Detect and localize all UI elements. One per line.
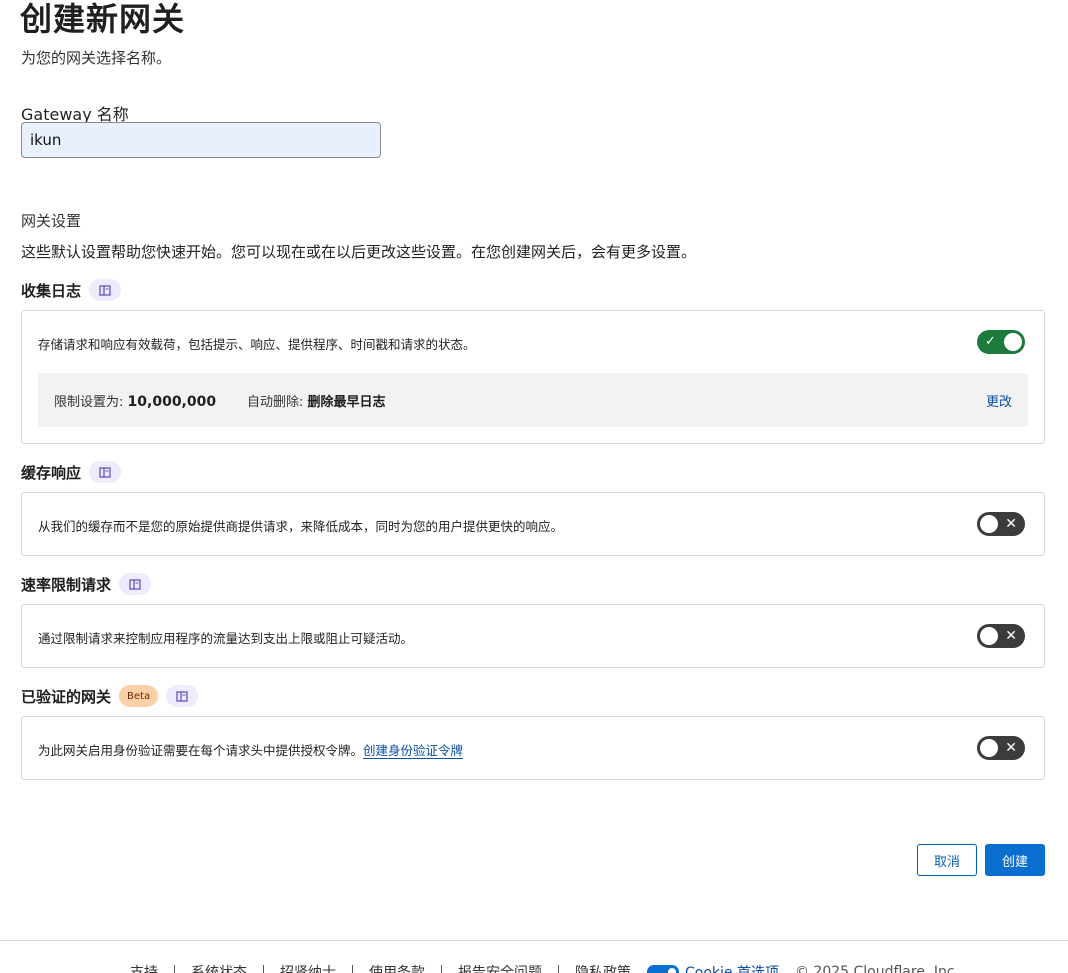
cache-card: 从我们的缓存而不是您的原始提供商提供请求，来降低成本，同时为您的用户提供更快的响… — [21, 492, 1045, 556]
logs-card: 存储请求和响应有效载荷，包括提示、响应、提供程序、时间戳和请求的状态。 ✓ 限制… — [21, 310, 1045, 444]
rate-limit-description: 通过限制请求来控制应用程序的流量达到支出上限或阻止可疑活动。 — [38, 631, 414, 646]
rate-limit-title-text: 速率限制请求 — [21, 575, 112, 594]
cache-section-title: 缓存响应 — [21, 460, 122, 484]
auth-description-line: 为此网关启用身份验证需要在每个请求头中提供授权令牌。创建身份验证令牌 — [38, 740, 464, 759]
logs-title-text: 收集日志 — [21, 281, 82, 300]
x-icon: ✕ — [1005, 516, 1017, 532]
toggle-knob — [980, 627, 998, 645]
toggle-knob — [980, 515, 998, 533]
limit-setting: 限制设置为: 10,000,000 — [54, 391, 216, 410]
limit-value: 10,000,000 — [127, 394, 217, 410]
toggle-knob — [980, 739, 998, 757]
page-title: 创建新网关 — [20, 0, 186, 38]
page-subtitle: 为您的网关选择名称。 — [21, 49, 172, 67]
check-icon: ✓ — [985, 334, 996, 349]
footer-separator — [263, 965, 264, 973]
logs-description: 存储请求和响应有效载荷，包括提示、响应、提供程序、时间戳和请求的状态。 — [38, 337, 476, 352]
footer-link-status[interactable]: 系统状态 — [191, 962, 247, 973]
create-auth-token-link[interactable]: 创建身份验证令牌 — [363, 743, 464, 759]
rate-limit-toggle[interactable]: ✕ — [977, 624, 1025, 648]
docs-book-icon[interactable] — [89, 461, 122, 483]
logs-section-title: 收集日志 — [21, 278, 122, 302]
limit-label: 限制设置为: — [54, 395, 124, 410]
footer-divider — [0, 940, 1068, 941]
docs-book-icon[interactable] — [119, 573, 152, 595]
auth-section-title: 已验证的网关 Beta — [21, 684, 199, 708]
x-icon: ✕ — [1005, 628, 1017, 644]
rate-limit-section-title: 速率限制请求 — [21, 572, 152, 596]
auth-card: 为此网关启用身份验证需要在每个请求头中提供授权令牌。创建身份验证令牌 ✕ — [21, 716, 1045, 780]
auto-delete-label: 自动删除: — [247, 395, 304, 410]
footer-link-security[interactable]: 报告安全问题 — [458, 962, 542, 973]
footer-copyright: © 2025 Cloudflare, Inc. — [794, 964, 959, 973]
toggle-knob — [1004, 333, 1022, 351]
logs-toggle[interactable]: ✓ — [977, 330, 1025, 354]
auth-toggle[interactable]: ✕ — [977, 736, 1025, 760]
settings-heading: 网关设置 — [21, 212, 82, 230]
footer: 支持 系统状态 招贤纳士 使用条款 报告安全问题 隐私政策 Cookie 首选项… — [130, 962, 959, 973]
footer-cookie-preferences[interactable]: Cookie 首选项 — [647, 962, 779, 973]
docs-book-icon[interactable] — [166, 685, 199, 707]
footer-separator — [174, 965, 175, 973]
footer-link-privacy[interactable]: 隐私政策 — [575, 962, 631, 973]
cache-description: 从我们的缓存而不是您的原始提供商提供请求，来降低成本，同时为您的用户提供更快的响… — [38, 519, 564, 534]
cache-toggle[interactable]: ✕ — [977, 512, 1025, 536]
docs-book-icon[interactable] — [89, 279, 122, 301]
cookie-toggle-icon — [647, 965, 679, 973]
settings-description: 这些默认设置帮助您快速开始。您可以现在或在以后更改这些设置。在您创建网关后，会有… — [21, 243, 697, 261]
create-button[interactable]: 创建 — [985, 844, 1045, 876]
change-link[interactable]: 更改 — [986, 391, 1012, 410]
footer-separator — [441, 965, 442, 973]
logs-limit-box: 限制设置为: 10,000,000 自动删除: 删除最早日志 更改 — [38, 373, 1028, 427]
footer-link-support[interactable]: 支持 — [130, 962, 158, 973]
auth-title-text: 已验证的网关 — [21, 687, 112, 706]
gateway-name-input[interactable] — [21, 122, 381, 158]
footer-separator — [558, 965, 559, 973]
footer-link-terms[interactable]: 使用条款 — [369, 962, 425, 973]
footer-separator — [352, 965, 353, 973]
auto-delete-setting: 自动删除: 删除最早日志 — [247, 391, 386, 410]
cookie-label: Cookie 首选项 — [685, 965, 779, 973]
rate-limit-card: 通过限制请求来控制应用程序的流量达到支出上限或阻止可疑活动。 ✕ — [21, 604, 1045, 668]
beta-badge: Beta — [119, 685, 159, 707]
cancel-button[interactable]: 取消 — [917, 844, 977, 876]
cache-title-text: 缓存响应 — [21, 463, 82, 482]
x-icon: ✕ — [1005, 740, 1017, 756]
auth-description: 为此网关启用身份验证需要在每个请求头中提供授权令牌。 — [38, 743, 364, 758]
auto-delete-value: 删除最早日志 — [307, 395, 386, 410]
footer-link-careers[interactable]: 招贤纳士 — [280, 962, 336, 973]
